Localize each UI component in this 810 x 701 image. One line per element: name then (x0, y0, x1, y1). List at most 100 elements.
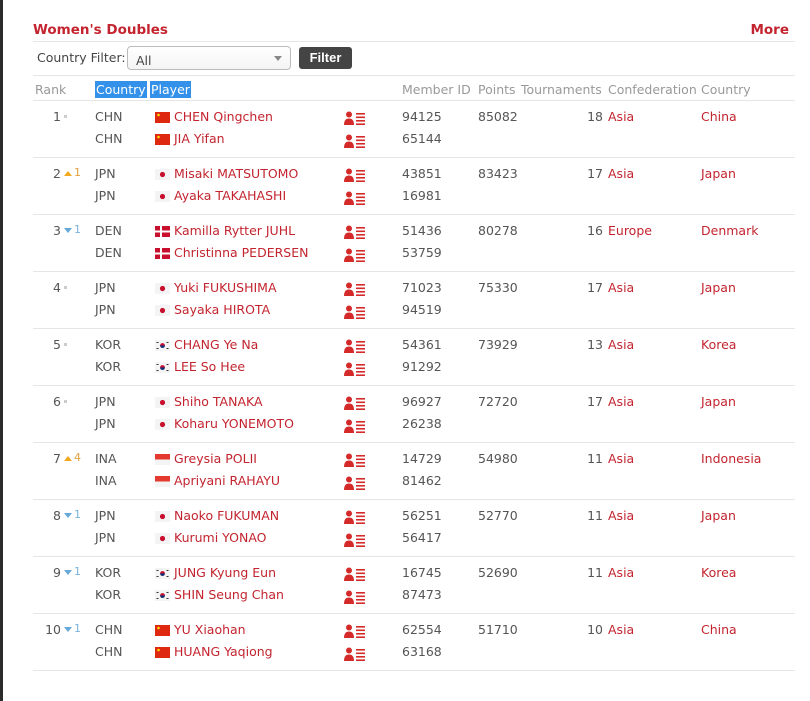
player-name-link[interactable]: SHIN Seung Chan (174, 587, 284, 602)
confederation-link[interactable]: Asia (608, 337, 634, 352)
more-link[interactable]: More (750, 22, 789, 38)
player-profile-icon[interactable] (344, 624, 366, 638)
confederation-link[interactable]: Asia (608, 508, 634, 523)
player-profile-icon[interactable] (344, 533, 366, 547)
member-id: 94125 (402, 109, 442, 124)
player-name-link[interactable]: Sayaka HIROTA (174, 302, 270, 317)
player-name-link[interactable]: CHANG Ye Na (174, 337, 258, 352)
column-confederation[interactable]: Confederation (608, 82, 697, 97)
player-profile-icon[interactable] (344, 248, 366, 262)
column-points[interactable]: Points (478, 82, 516, 97)
country-link[interactable]: Korea (701, 565, 736, 580)
player-name-link[interactable]: LEE So Hee (174, 359, 245, 374)
rank-change: 1 (74, 508, 81, 521)
player-profile-icon[interactable] (344, 590, 366, 604)
tournaments-value: 11 (587, 451, 603, 466)
player-name-link[interactable]: HUANG Yaqiong (174, 644, 273, 659)
confederation-link[interactable]: Europe (608, 223, 652, 238)
player-profile-icon[interactable] (344, 225, 366, 239)
column-country[interactable]: Country (95, 81, 147, 98)
player-country-code: KOR (95, 587, 122, 602)
rank-change: 1 (74, 622, 81, 635)
member-id: 71023 (402, 280, 442, 295)
country-filter-select[interactable]: All (127, 46, 291, 70)
player-profile-icon[interactable] (344, 453, 366, 467)
column-tournaments[interactable]: Tournaments (521, 82, 602, 97)
rank-trend: 1 (64, 565, 81, 578)
player-profile-icon[interactable] (344, 510, 366, 524)
country-link[interactable]: Denmark (701, 223, 758, 238)
player-profile-icon[interactable] (344, 305, 366, 319)
player-profile-icon[interactable] (344, 476, 366, 490)
player-name-link[interactable]: Koharu YONEMOTO (174, 416, 294, 431)
country-link[interactable]: China (701, 109, 737, 124)
tournaments-value: 17 (587, 280, 603, 295)
country-link[interactable]: Japan (701, 394, 736, 409)
confederation-link[interactable]: Asia (608, 166, 634, 181)
confederation-link[interactable]: Asia (608, 565, 634, 580)
country-link[interactable]: Korea (701, 337, 736, 352)
tournaments-value: 10 (587, 622, 603, 637)
player-name-link[interactable]: Yuki FUKUSHIMA (174, 280, 277, 295)
player-profile-icon[interactable] (344, 282, 366, 296)
player-profile-icon[interactable] (344, 362, 366, 376)
player-name-link[interactable]: Christinna PEDERSEN (174, 245, 308, 260)
player-profile-icon[interactable] (344, 134, 366, 148)
player-name-link[interactable]: Misaki MATSUTOMO (174, 166, 298, 181)
table-row: 7 4 54980 11 Asia Indonesia INA Greysia … (33, 443, 795, 500)
player-name-link[interactable]: JUNG Kyung Eun (174, 565, 276, 580)
member-id: 16745 (402, 565, 442, 580)
player-profile-icon[interactable] (344, 647, 366, 661)
confederation-link[interactable]: Asia (608, 451, 634, 466)
country-link[interactable]: Indonesia (701, 451, 761, 466)
confederation-link[interactable]: Asia (608, 394, 634, 409)
country-link[interactable]: Japan (701, 508, 736, 523)
table-row: 3 1 80278 16 Europe Denmark DEN Kamilla … (33, 215, 795, 272)
column-member-id[interactable]: Member ID (402, 82, 471, 97)
player-name-link[interactable]: YU Xiaohan (174, 622, 246, 637)
confederation-link[interactable]: Asia (608, 280, 634, 295)
rank-value: 2 (53, 166, 61, 181)
tournaments-value: 13 (587, 337, 603, 352)
player-name-link[interactable]: Ayaka TAKAHASHI (174, 188, 286, 203)
points-value: 54980 (478, 451, 518, 466)
player-profile-icon[interactable] (344, 168, 366, 182)
arrow-up-icon (64, 455, 72, 461)
player-profile-icon[interactable] (344, 339, 366, 353)
confederation-link[interactable]: Asia (608, 109, 634, 124)
player-profile-icon[interactable] (344, 567, 366, 581)
section-header: Women's Doubles More (33, 22, 795, 42)
column-country-name[interactable]: Country (701, 82, 751, 97)
member-id: 96927 (402, 394, 442, 409)
player-name-link[interactable]: JIA Yifan (174, 131, 225, 146)
country-link[interactable]: China (701, 622, 737, 637)
player-name-link[interactable]: Kamilla Rytter JUHL (174, 223, 295, 238)
member-id: 43851 (402, 166, 442, 181)
player-name-link[interactable]: Apriyani RAHAYU (174, 473, 280, 488)
player-profile-icon[interactable] (344, 419, 366, 433)
member-id: 54361 (402, 337, 442, 352)
flag-jpn-icon (155, 304, 170, 316)
player-profile-icon[interactable] (344, 396, 366, 410)
column-player[interactable]: Player (150, 81, 191, 98)
confederation-link[interactable]: Asia (608, 622, 634, 637)
player-name-link[interactable]: Greysia POLII (174, 451, 257, 466)
flag-jpn-icon (155, 168, 170, 180)
player-name-link[interactable]: Kurumi YONAO (174, 530, 267, 545)
rank-value: 5 (53, 337, 61, 352)
tournaments-value: 11 (587, 565, 603, 580)
player-profile-icon[interactable] (344, 191, 366, 205)
filter-button[interactable]: Filter (299, 47, 352, 69)
rank-trend: 1 (64, 166, 81, 179)
country-link[interactable]: Japan (701, 280, 736, 295)
player-profile-icon[interactable] (344, 111, 366, 125)
country-link[interactable]: Japan (701, 166, 736, 181)
rank-change: 1 (74, 166, 81, 179)
column-rank[interactable]: Rank (35, 82, 66, 97)
player-name-link[interactable]: CHEN Qingchen (174, 109, 273, 124)
rank-change: 1 (74, 223, 81, 236)
flag-jpn-icon (155, 396, 170, 408)
country-filter-value: All (136, 53, 152, 68)
player-name-link[interactable]: Shiho TANAKA (174, 394, 263, 409)
player-name-link[interactable]: Naoko FUKUMAN (174, 508, 279, 523)
